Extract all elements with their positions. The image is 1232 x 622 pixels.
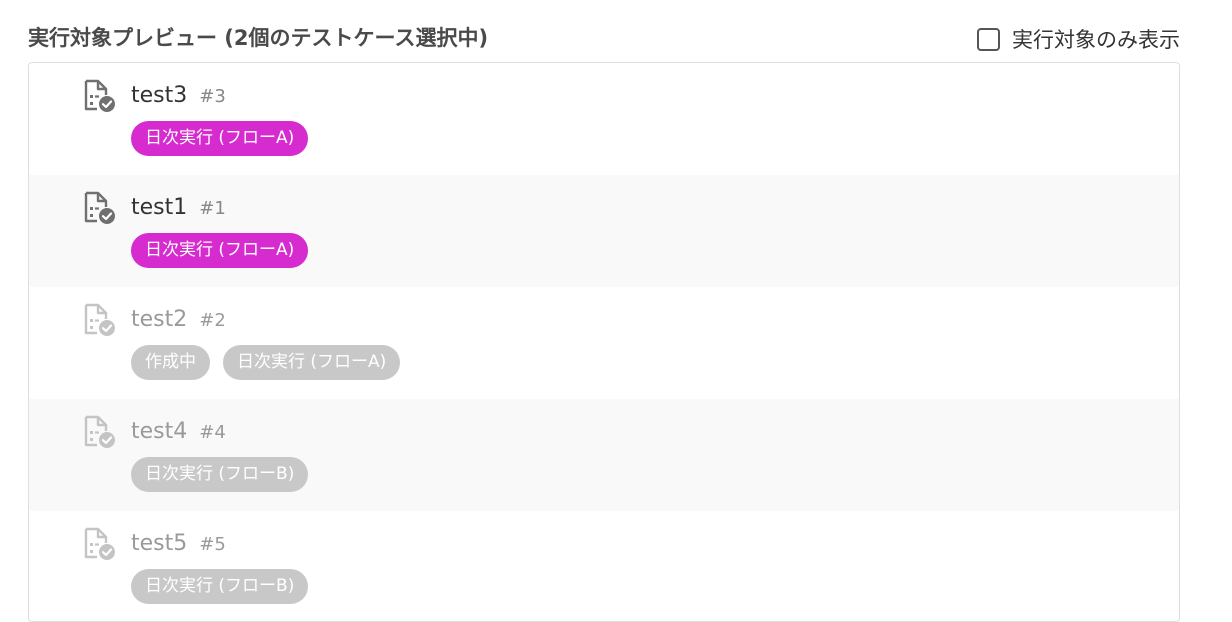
test-case-title: test2 #2 xyxy=(131,307,226,332)
execution-tag: 日次実行 (フローA) xyxy=(131,233,309,268)
tag-list: 日次実行 (フローB) xyxy=(131,569,309,604)
test-case-title: test5 #5 xyxy=(131,531,226,556)
page-title: 実行対象プレビュー (2個のテストケース選択中) xyxy=(28,26,489,50)
test-case-name: test5 xyxy=(131,531,188,556)
test-case-document-check-icon xyxy=(82,415,116,449)
test-case-number: #2 xyxy=(199,310,226,331)
execution-tag: 日次実行 (フローA) xyxy=(223,345,401,380)
test-case-document-check-icon xyxy=(82,191,116,225)
test-case-row[interactable]: test5 #5 日次実行 (フローB) xyxy=(29,511,1179,621)
tag-list: 日次実行 (フローA) xyxy=(131,121,309,156)
test-case-title: test1 #1 xyxy=(131,195,226,220)
show-selected-only-label[interactable]: 実行対象のみ表示 xyxy=(1012,24,1180,54)
test-case-number: #3 xyxy=(199,86,226,107)
test-case-row[interactable]: test3 #3 日次実行 (フローA) xyxy=(29,63,1179,175)
show-selected-only-toggle[interactable]: 実行対象のみ表示 xyxy=(977,24,1180,54)
execution-tag: 日次実行 (フローA) xyxy=(131,121,309,156)
test-case-number: #5 xyxy=(199,534,226,555)
test-case-document-check-icon xyxy=(82,79,116,113)
test-case-document-check-icon xyxy=(82,527,116,561)
execution-tag: 日次実行 (フローB) xyxy=(131,569,309,604)
execution-tag: 日次実行 (フローB) xyxy=(131,457,309,492)
test-case-list: test3 #3 日次実行 (フローA) test1 #1 日次実行 (フローA) … xyxy=(28,62,1180,622)
tag-list: 作成中 日次実行 (フローA) xyxy=(131,345,401,380)
test-case-document-check-icon xyxy=(82,303,116,337)
test-case-title: test3 #3 xyxy=(131,83,226,108)
test-case-row[interactable]: test2 #2 作成中 日次実行 (フローA) xyxy=(29,287,1179,399)
show-selected-only-checkbox[interactable] xyxy=(977,27,1000,51)
test-case-number: #4 xyxy=(199,422,226,443)
test-case-title: test4 #4 xyxy=(131,419,226,444)
test-case-row[interactable]: test4 #4 日次実行 (フローB) xyxy=(29,399,1179,511)
tag-list: 日次実行 (フローB) xyxy=(131,457,309,492)
tag-list: 日次実行 (フローA) xyxy=(131,233,309,268)
test-case-name: test4 xyxy=(131,419,188,444)
test-case-name: test2 xyxy=(131,307,188,332)
test-case-name: test3 xyxy=(131,83,188,108)
test-case-number: #1 xyxy=(199,198,226,219)
preview-header: 実行対象プレビュー (2個のテストケース選択中) 実行対象のみ表示 xyxy=(0,0,1232,62)
status-tag: 作成中 xyxy=(131,345,210,380)
test-case-row[interactable]: test1 #1 日次実行 (フローA) xyxy=(29,175,1179,287)
test-case-name: test1 xyxy=(131,195,188,220)
